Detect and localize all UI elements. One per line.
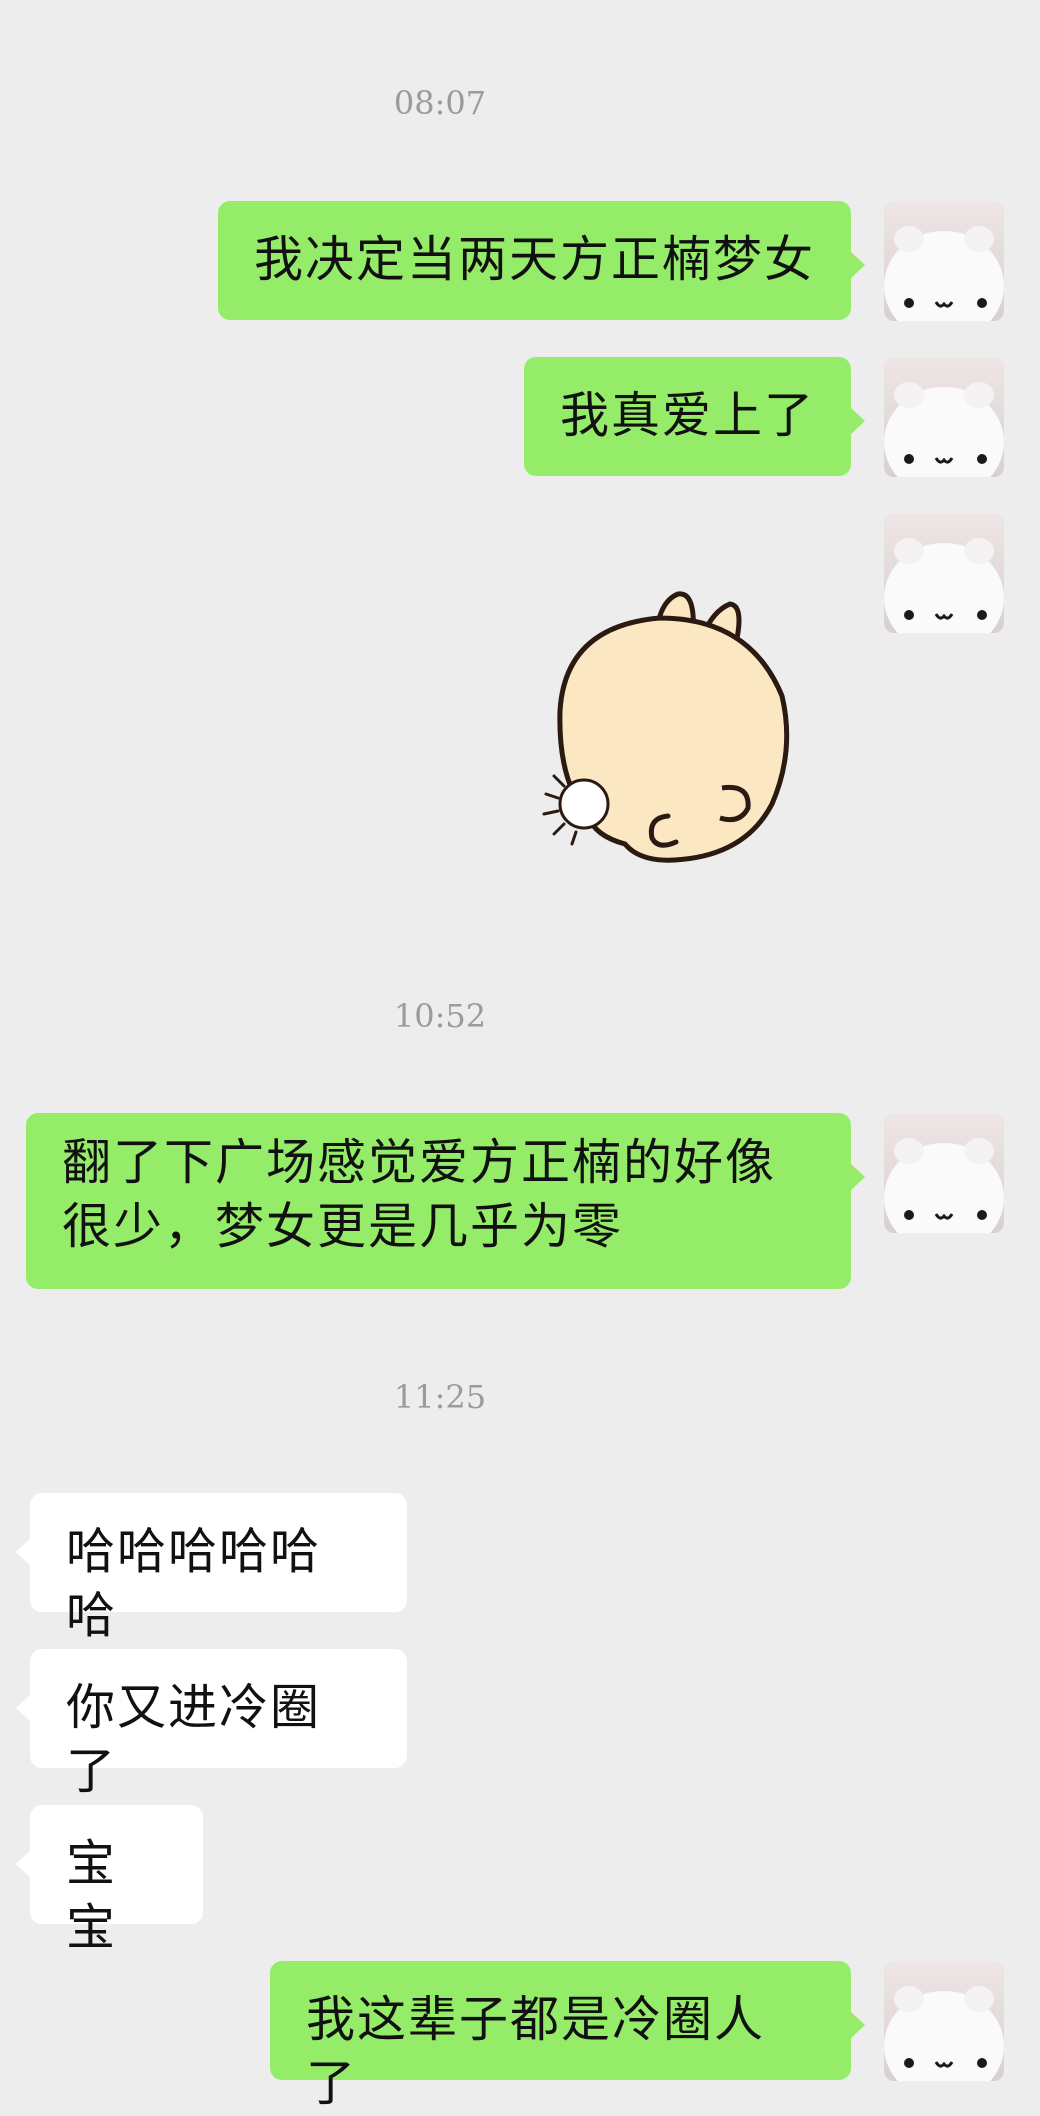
message-text: 我这辈子都是冷圈人了 [306, 1991, 766, 2112]
white-bear-avatar-icon [884, 513, 1004, 633]
bunny-sticker-image [542, 591, 790, 863]
message-text: 宝宝 [66, 1835, 118, 1956]
user-avatar[interactable] [884, 357, 1004, 477]
user-avatar[interactable] [884, 513, 1004, 633]
white-bear-avatar-icon [884, 201, 1004, 321]
timestamp: 10:52 [393, 997, 487, 1035]
message-text: 我决定当两天方正楠梦女 [254, 231, 816, 288]
message-bubble-sent[interactable]: 我这辈子都是冷圈人了 [270, 1961, 865, 2112]
user-avatar[interactable] [884, 201, 1004, 321]
message-bubble-received[interactable]: 哈哈哈哈哈哈 [16, 1493, 407, 1644]
white-bear-avatar-icon [884, 1113, 1004, 1233]
bunny-sticker[interactable] [540, 536, 800, 880]
message-bubble-sent[interactable]: 翻了下广场感觉爱方正楠的好像很少，梦女更是几乎为零 [26, 1113, 865, 1289]
message-bubble-received[interactable]: 你又进冷圈了 [16, 1649, 407, 1800]
message-text: 你又进冷圈了 [66, 1679, 322, 1800]
white-bear-avatar-icon [884, 357, 1004, 477]
user-avatar[interactable] [884, 1961, 1004, 2081]
white-bear-avatar-icon [884, 1961, 1004, 2081]
timestamp: 08:07 [393, 84, 487, 122]
message-bubble-received[interactable]: 宝宝 [16, 1805, 203, 1956]
message-bubble-sent[interactable]: 我决定当两天方正楠梦女 [218, 201, 865, 320]
message-text: 哈哈哈哈哈哈 [66, 1523, 322, 1644]
timestamp: 11:25 [393, 1378, 487, 1416]
message-bubble-sent[interactable]: 我真爱上了 [524, 357, 865, 476]
user-avatar[interactable] [884, 1113, 1004, 1233]
message-text: 我真爱上了 [560, 387, 816, 444]
message-text: 翻了下广场感觉爱方正楠的好像很少，梦女更是几乎为零 [62, 1134, 777, 1255]
